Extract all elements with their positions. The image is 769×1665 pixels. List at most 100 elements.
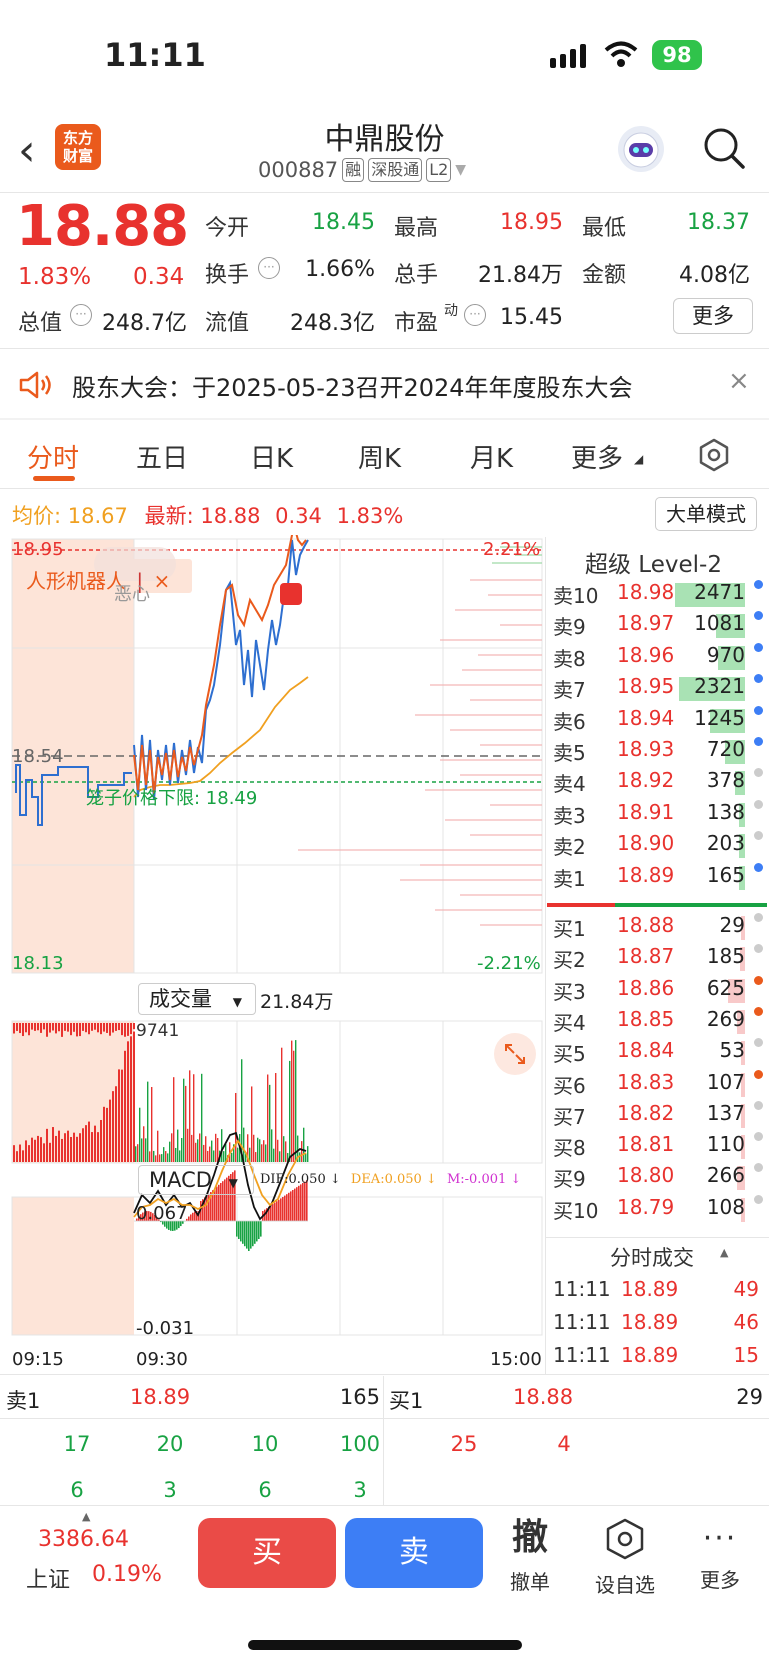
volume-bar	[28, 1145, 30, 1162]
volume-bar	[259, 1139, 261, 1162]
tag-margin: 融	[342, 158, 365, 182]
volume-bar	[269, 1084, 271, 1162]
level-price: 18.82	[617, 1100, 675, 1125]
intraday-chart[interactable]	[0, 535, 550, 1515]
pe-value: 15.45	[500, 305, 563, 330]
index-value[interactable]: 3386.64	[38, 1527, 129, 1552]
tab-weekly-k[interactable]: 周K	[358, 438, 401, 475]
level-label: 买7	[553, 1104, 586, 1129]
volume-label: 总手	[394, 263, 439, 288]
index-percent[interactable]: 0.19%	[92, 1562, 162, 1587]
level-volume: 1081	[694, 611, 745, 636]
tab-more[interactable]: 更多	[571, 438, 623, 475]
robot-assistant-icon[interactable]	[618, 126, 664, 172]
ask-level-row[interactable]: 卖2 18.90 203	[553, 831, 769, 862]
ask-level-row[interactable]: 卖7 18.95 2321	[553, 674, 769, 705]
bid-level-row[interactable]: 买8 18.81 110	[553, 1132, 769, 1163]
more-quote-button[interactable]: 更多	[673, 298, 753, 334]
latest-percent: 1.83%	[336, 504, 404, 528]
volume-bar	[231, 1152, 233, 1162]
bid-level-row[interactable]: 买6 18.83 107	[553, 1069, 769, 1101]
bid-level-row[interactable]: 买9 18.80 266	[553, 1163, 769, 1194]
volume-bar	[130, 1036, 132, 1162]
add-watchlist-button[interactable]: 设自选	[590, 1518, 660, 1598]
tab-monthly-k[interactable]: 月K	[470, 438, 513, 475]
ask-level-row[interactable]: 卖10 18.98 2471	[553, 580, 769, 611]
volume-bar	[94, 1023, 96, 1030]
macd-bar	[294, 1188, 296, 1221]
level-price: 18.95	[617, 674, 675, 699]
latest-value: 18.88	[200, 504, 261, 528]
ask-level-row[interactable]: 卖4 18.92 378	[553, 768, 769, 799]
info-icon[interactable]: ···	[258, 257, 280, 279]
notice-text[interactable]: 股东大会：于2025-05-23召开2024年年度股东大会	[72, 368, 633, 403]
caret-up-icon[interactable]: ▲	[82, 1510, 90, 1523]
ask-level-row[interactable]: 卖6 18.94 1245	[553, 705, 769, 737]
volume-bar	[82, 1128, 84, 1162]
volume-bar	[279, 1151, 281, 1162]
close-icon[interactable]: ×	[153, 569, 170, 593]
volume-bar	[207, 1150, 209, 1162]
bid-level-row[interactable]: 买3 18.86 625	[553, 975, 769, 1007]
expand-icon[interactable]	[494, 1033, 536, 1075]
big-order-mode-button[interactable]: 大单模式	[655, 497, 757, 531]
info-icon[interactable]: ···	[70, 304, 92, 326]
tick-price: 18.89	[621, 1310, 679, 1334]
macd-selector[interactable]: MACD ▼	[138, 1165, 254, 1195]
volume-bar	[197, 1139, 199, 1162]
pe-superscript: 动	[444, 303, 458, 319]
gear-icon[interactable]	[697, 438, 731, 472]
ask-level-row[interactable]: 卖9 18.97 1081	[553, 611, 769, 642]
volume-bar	[283, 1136, 285, 1162]
tick-price: 18.89	[621, 1343, 679, 1367]
macd-bar	[258, 1221, 260, 1239]
ask-level-row[interactable]: 卖1 18.89 165	[553, 862, 769, 894]
volume-bar	[61, 1138, 63, 1162]
volume-bar	[281, 1047, 283, 1162]
ask-level-row[interactable]: 卖5 18.93 720	[553, 737, 769, 768]
close-icon[interactable]: ×	[728, 366, 750, 396]
macd-bar	[192, 1212, 194, 1221]
bid-level-row[interactable]: 买4 18.85 269	[553, 1006, 769, 1038]
cancel-order-label: 撤单	[510, 1570, 550, 1594]
caret-up-icon[interactable]: ▲	[720, 1246, 728, 1259]
bid-level-row[interactable]: 买1 18.88 29	[553, 913, 769, 944]
bid-level-row[interactable]: 买2 18.87 185	[553, 944, 769, 975]
cancel-order-button[interactable]: 撤 撤单	[495, 1518, 565, 1595]
chevron-down-icon[interactable]: ▼	[455, 162, 466, 178]
order-flag-dot	[754, 975, 763, 985]
volume-bar	[305, 1153, 307, 1162]
volume-bar	[213, 1150, 215, 1162]
bid-level-row[interactable]: 买10 18.79 108	[553, 1194, 769, 1226]
search-icon[interactable]	[702, 126, 746, 170]
buy-button[interactable]: 买	[198, 1518, 336, 1588]
ask-level-row[interactable]: 卖3 18.91 138	[553, 799, 769, 831]
level-price: 18.85	[617, 1006, 675, 1031]
volume-bar	[295, 1040, 297, 1162]
footer-more-button[interactable]: ··· 更多	[685, 1518, 755, 1593]
tab-five-day[interactable]: 五日	[136, 438, 188, 475]
index-name[interactable]: 上证	[26, 1562, 70, 1594]
tick-trades-title[interactable]: 分时成交	[610, 1242, 694, 1272]
level-label: 买2	[553, 948, 586, 973]
volume-bar	[55, 1023, 57, 1034]
volume-bar	[13, 1145, 15, 1162]
more-dots-icon: ···	[702, 1521, 738, 1556]
high-value: 18.95	[500, 210, 563, 235]
macd-bar	[238, 1221, 240, 1239]
tab-daily-k[interactable]: 日K	[250, 438, 293, 475]
volume-selector[interactable]: 成交量 ▼	[138, 983, 256, 1015]
volume-bar	[215, 1133, 217, 1162]
volume-bar	[291, 1040, 293, 1162]
ask-level-row[interactable]: 卖8 18.96 970	[553, 642, 769, 674]
tick-trade-row: 11:11 18.89 49	[553, 1277, 763, 1309]
order-flag-dot	[754, 1069, 763, 1079]
bid-level-row[interactable]: 买5 18.84 53	[553, 1038, 769, 1069]
tag-l2: L2	[426, 158, 452, 182]
volume-bar	[49, 1142, 51, 1162]
volume-bar	[221, 1129, 223, 1162]
tab-intraday[interactable]: 分时	[27, 438, 79, 475]
sell-button[interactable]: 卖	[345, 1518, 483, 1588]
bid-level-row[interactable]: 买7 18.82 137	[553, 1100, 769, 1132]
volume-bar	[25, 1023, 27, 1033]
